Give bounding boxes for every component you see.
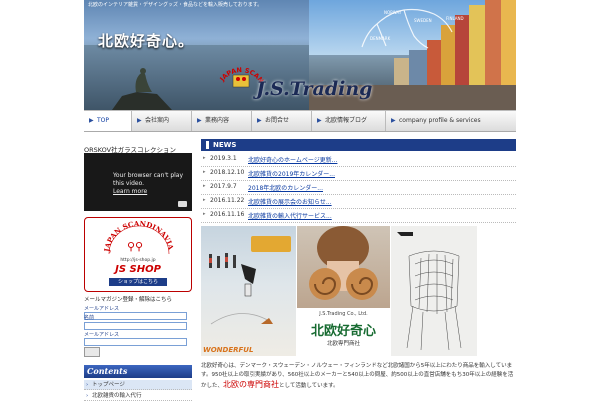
- arrow-right-icon: ▸: [203, 183, 206, 189]
- email-confirm-field[interactable]: [84, 338, 187, 346]
- street-crowd-illustration: [209, 253, 273, 325]
- people-icon: ⚲⚲: [127, 240, 144, 253]
- nav-company[interactable]: ▶ 会社案内: [132, 111, 192, 131]
- nav-label: お問合せ: [265, 117, 290, 124]
- news-link[interactable]: 2018年北欧のカレンダー...: [248, 183, 323, 192]
- promo-collage: WONDERFUL J.S.Trading Co., Ltd. 北欧好奇心 北欧…: [201, 226, 477, 356]
- brand-subtitle: 北欧専門商社: [326, 341, 360, 347]
- contents-item-label: 北欧雑貨の輸入代行: [92, 393, 142, 399]
- nav-label: 会社案内: [145, 117, 170, 124]
- news-link[interactable]: 北欧雑貨の2019年カレンダー...: [248, 169, 335, 178]
- submit-button[interactable]: [84, 347, 100, 357]
- news-date: 2016.11.22: [210, 197, 245, 204]
- email-field[interactable]: [84, 312, 187, 320]
- shop-name: JS SHOP: [115, 264, 161, 275]
- nav-top[interactable]: ▶ TOP: [84, 111, 132, 131]
- arrow-right-icon: ▶: [257, 117, 262, 124]
- news-row: ▸ 2019.3.1 北欧好奇心のホームページ更新...: [201, 152, 516, 167]
- cinnamon-rolls-photo: [297, 226, 390, 308]
- arrow-right-icon: ›: [86, 382, 89, 388]
- main-nav: ▶ TOP ▶ 会社案内 ▶ 業務内容 ▶ お問合せ ▶ 北欧情報ブログ ▶ c…: [84, 110, 516, 132]
- name-field[interactable]: [84, 322, 187, 330]
- arrow-right-icon: ▸: [203, 197, 206, 203]
- video-message-block: Your browser can't play this video. Lear…: [113, 172, 191, 196]
- brand-title: 北欧好奇心: [310, 324, 376, 339]
- map-label: FINLAND: [446, 16, 464, 21]
- shop-link-label: ショップはこちら: [109, 278, 167, 286]
- email-confirm-label: メールアドレス: [84, 332, 120, 338]
- wire-chair-photo: [391, 226, 477, 356]
- map-label: NORWAY: [384, 10, 402, 15]
- header-banner: NORWAY SWEDEN FINLAND DENMARK 北欧のインテリア雑貨…: [84, 0, 516, 110]
- js-shop-banner[interactable]: JAPAN SCANDINAVIA ⚲⚲ http://js-shop.jp J…: [84, 217, 192, 292]
- arrow-right-icon: ▸: [203, 155, 206, 161]
- email-label: メールアドレス: [84, 306, 120, 312]
- arrow-right-icon: ▶: [197, 117, 202, 124]
- intro-highlight: 北欧の専門商社: [223, 380, 280, 389]
- news-title: NEWS: [213, 141, 237, 149]
- map-label: SWEDEN: [414, 18, 432, 23]
- nav-label: TOP: [97, 117, 110, 124]
- contents-item-label: トップページ: [92, 382, 125, 388]
- intro-line: として活動しています。: [279, 383, 339, 389]
- news-date: 2017.9.7: [210, 183, 237, 190]
- little-mermaid-statue: [112, 68, 172, 110]
- news-row: ▸ 2018.12.10 北欧雑貨の2019年カレンダー...: [201, 166, 516, 181]
- nav-label: 業務内容: [205, 117, 230, 124]
- video-player[interactable]: Your browser can't play this video. Lear…: [84, 153, 192, 211]
- news-date: 2018.12.10: [210, 169, 245, 176]
- news-row: ▸ 2016.11.16 北欧雑貨の輸入代行サービス...: [201, 208, 516, 223]
- arrow-right-icon: ▶: [317, 117, 322, 124]
- company-logo-text[interactable]: J.S.Trading: [256, 78, 372, 100]
- scandinavia-map-icon: [361, 8, 453, 49]
- news-link[interactable]: 北欧好奇心のホームページ更新...: [248, 155, 337, 164]
- news-date: 2019.3.1: [210, 155, 237, 162]
- poster-wonderful-text: WONDERFUL: [203, 346, 254, 354]
- name-label: 名前: [84, 315, 95, 321]
- arrow-right-icon: ▸: [203, 211, 206, 217]
- nav-label: company profile & services: [399, 117, 481, 124]
- arrow-right-icon: ▸: [203, 169, 206, 175]
- intro-paragraph: 北欧好奇心は、デンマーク・スウェーデン・ノルウェー・フィンランドなど北欧諸国から…: [201, 362, 516, 391]
- nav-blog[interactable]: ▶ 北欧情報ブログ: [312, 111, 386, 131]
- nav-services[interactable]: ▶ 業務内容: [192, 111, 252, 131]
- news-date: 2016.11.16: [210, 211, 245, 218]
- poster-illustration: WONDERFUL: [201, 226, 296, 356]
- news-header: NEWS: [201, 139, 516, 151]
- arrow-right-icon: ▶: [89, 117, 94, 124]
- news-link[interactable]: 北欧雑貨の展示会のお知らせ...: [248, 197, 332, 206]
- header-tagline: 北欧のインテリア雑貨・デザイングッズ・食品などを輸入販売しております。: [88, 2, 263, 8]
- arrow-right-icon: ▶: [391, 117, 396, 124]
- nav-contact[interactable]: ▶ お問合せ: [252, 111, 312, 131]
- video-learn-more-link[interactable]: Learn more: [113, 188, 147, 195]
- news-row: ▸ 2016.11.22 北欧雑貨の展示会のお知らせ...: [201, 194, 516, 209]
- brand-company-name: J.S.Trading Co., Ltd.: [319, 311, 368, 317]
- arrow-right-icon: ▶: [137, 117, 142, 124]
- nav-profile-en[interactable]: ▶ company profile & services: [386, 111, 516, 131]
- news-row: ▸ 2017.9.7 2018年北欧のカレンダー...: [201, 180, 516, 195]
- header-headline: 北欧好奇心。: [98, 32, 195, 50]
- contents-item-top[interactable]: › トップページ: [84, 380, 192, 390]
- map-label: DENMARK: [370, 36, 391, 41]
- newsletter-heading: メールマガジン登録・解除はこちら: [84, 297, 173, 303]
- contents-heading: Contents: [84, 365, 192, 378]
- shop-url: http://js-shop.jp: [120, 258, 156, 263]
- bar-mark-icon: [206, 141, 209, 149]
- news-link[interactable]: 北欧雑貨の輸入代行サービス...: [248, 211, 332, 220]
- youtube-icon[interactable]: [178, 201, 187, 207]
- nav-label: 北欧情報ブログ: [325, 117, 368, 124]
- video-error-text: Your browser can't play this video.: [113, 172, 184, 187]
